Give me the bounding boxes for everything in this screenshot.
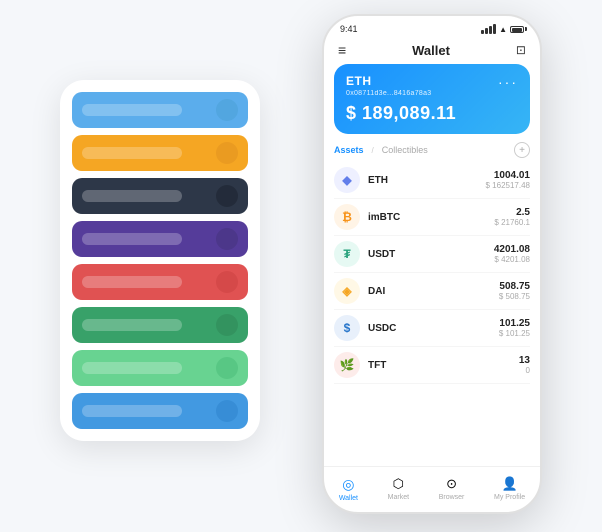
tab-collectibles[interactable]: Collectibles	[382, 145, 428, 155]
asset-item-usdt[interactable]: ₮ USDT4201.08$ 4201.08	[334, 236, 530, 273]
card-row-bar	[82, 362, 182, 374]
eth-card[interactable]: ETH 0x08711d3e...8416a78a3 ··· $ 189,089…	[334, 64, 530, 134]
asset-item-dai[interactable]: ◈ DAI508.75$ 508.75	[334, 273, 530, 310]
bottom-nav: ◎ Wallet ⬡ Market ⊙ Browser 👤 My Profile	[324, 466, 540, 512]
status-bar: 9:41 ▲	[324, 16, 540, 36]
card-row-bar	[82, 147, 182, 159]
status-icons: ▲	[481, 24, 524, 34]
tab-separator: /	[372, 146, 374, 155]
asset-name-imbtc: imBTC	[368, 212, 494, 223]
asset-item-imbtc[interactable]: ₿ imBTC2.5$ 21760.1	[334, 199, 530, 236]
asset-amount-value: 508.75	[499, 281, 530, 292]
nav-title: Wallet	[412, 43, 450, 58]
profile-nav-label: My Profile	[494, 494, 525, 501]
card-row-dot	[216, 271, 238, 293]
nav-wallet[interactable]: ◎ Wallet	[339, 476, 358, 502]
battery-icon	[510, 26, 524, 33]
card-row-dot	[216, 314, 238, 336]
market-nav-label: Market	[388, 494, 409, 501]
card-row-dot	[216, 142, 238, 164]
card-row-dot	[216, 357, 238, 379]
asset-usd-value: 0	[519, 366, 530, 375]
card-row-bar	[82, 104, 182, 116]
wallet-nav-icon: ◎	[342, 476, 354, 493]
asset-item-eth[interactable]: ◆ ETH1004.01$ 162517.48	[334, 162, 530, 199]
wallet-nav-label: Wallet	[339, 495, 358, 502]
asset-usd-value: $ 21760.1	[494, 218, 530, 227]
asset-name-eth: ETH	[368, 175, 486, 186]
card-row-dark	[72, 178, 248, 214]
scan-icon[interactable]: ⊡	[516, 43, 526, 57]
asset-amount-value: 13	[519, 355, 530, 366]
asset-list: ◆ ETH1004.01$ 162517.48 ₿ imBTC2.5$ 21760.1…	[324, 162, 540, 466]
asset-icon-eth: ◆	[334, 167, 360, 193]
menu-icon[interactable]: ≡	[338, 42, 346, 58]
eth-card-address: 0x08711d3e...8416a78a3	[346, 90, 432, 97]
asset-amounts-tft: 130	[519, 355, 530, 375]
asset-amounts-imbtc: 2.5$ 21760.1	[494, 207, 530, 227]
card-row-bar	[82, 190, 182, 202]
nav-browser[interactable]: ⊙ Browser	[439, 476, 465, 501]
card-row-dot	[216, 400, 238, 422]
asset-usd-value: $ 4201.08	[494, 255, 530, 264]
card-row-dot	[216, 185, 238, 207]
asset-amount-value: 2.5	[494, 207, 530, 218]
card-row-green-light	[72, 350, 248, 386]
card-row-purple	[72, 221, 248, 257]
asset-amounts-usdc: 101.25$ 101.25	[499, 318, 530, 338]
asset-usd-value: $ 162517.48	[486, 181, 531, 190]
asset-name-dai: DAI	[368, 286, 499, 297]
asset-name-usdc: USDC	[368, 323, 499, 334]
asset-icon-tft: 🌿	[334, 352, 360, 378]
asset-usd-value: $ 101.25	[499, 329, 530, 338]
asset-icon-usdc: $	[334, 315, 360, 341]
asset-name-tft: TFT	[368, 360, 519, 371]
asset-amount-value: 1004.01	[486, 170, 531, 181]
asset-amounts-eth: 1004.01$ 162517.48	[486, 170, 531, 190]
asset-icon-usdt: ₮	[334, 241, 360, 267]
card-row-bar	[82, 276, 182, 288]
eth-card-more[interactable]: ···	[498, 74, 518, 90]
asset-amount-value: 4201.08	[494, 244, 530, 255]
left-card-stack	[60, 80, 260, 441]
card-row-green	[72, 307, 248, 343]
wifi-icon: ▲	[499, 25, 507, 34]
phone-frame: 9:41 ▲ ≡ Wallet ⊡ ETH 0x08711d3e...8416a…	[322, 14, 542, 514]
nav-bar: ≡ Wallet ⊡	[324, 36, 540, 64]
asset-amounts-dai: 508.75$ 508.75	[499, 281, 530, 301]
add-asset-button[interactable]: +	[514, 142, 530, 158]
profile-nav-icon: 👤	[502, 476, 518, 492]
assets-tabs: Assets / Collectibles	[334, 145, 428, 155]
card-row-orange	[72, 135, 248, 171]
asset-icon-dai: ◈	[334, 278, 360, 304]
asset-amount-value: 101.25	[499, 318, 530, 329]
asset-usd-value: $ 508.75	[499, 292, 530, 301]
card-row-bar	[82, 233, 182, 245]
card-row-bar	[82, 405, 182, 417]
nav-profile[interactable]: 👤 My Profile	[494, 476, 525, 501]
card-row-dot	[216, 99, 238, 121]
nav-market[interactable]: ⬡ Market	[388, 476, 409, 501]
card-row-dot	[216, 228, 238, 250]
card-row-bar	[82, 319, 182, 331]
eth-card-label: ETH	[346, 74, 432, 88]
card-row-blue-light	[72, 92, 248, 128]
tab-assets[interactable]: Assets	[334, 145, 364, 155]
assets-header: Assets / Collectibles +	[324, 140, 540, 162]
browser-nav-label: Browser	[439, 494, 465, 501]
asset-item-usdc[interactable]: $ USDC101.25$ 101.25	[334, 310, 530, 347]
signal-icon	[481, 24, 496, 34]
asset-amounts-usdt: 4201.08$ 4201.08	[494, 244, 530, 264]
asset-name-usdt: USDT	[368, 249, 494, 260]
browser-nav-icon: ⊙	[446, 476, 457, 492]
asset-item-tft[interactable]: 🌿 TFT130	[334, 347, 530, 384]
card-row-red	[72, 264, 248, 300]
eth-card-balance: $ 189,089.11	[346, 103, 518, 124]
market-nav-icon: ⬡	[393, 476, 404, 492]
asset-icon-imbtc: ₿	[334, 204, 360, 230]
card-row-blue	[72, 393, 248, 429]
status-time: 9:41	[340, 24, 358, 34]
